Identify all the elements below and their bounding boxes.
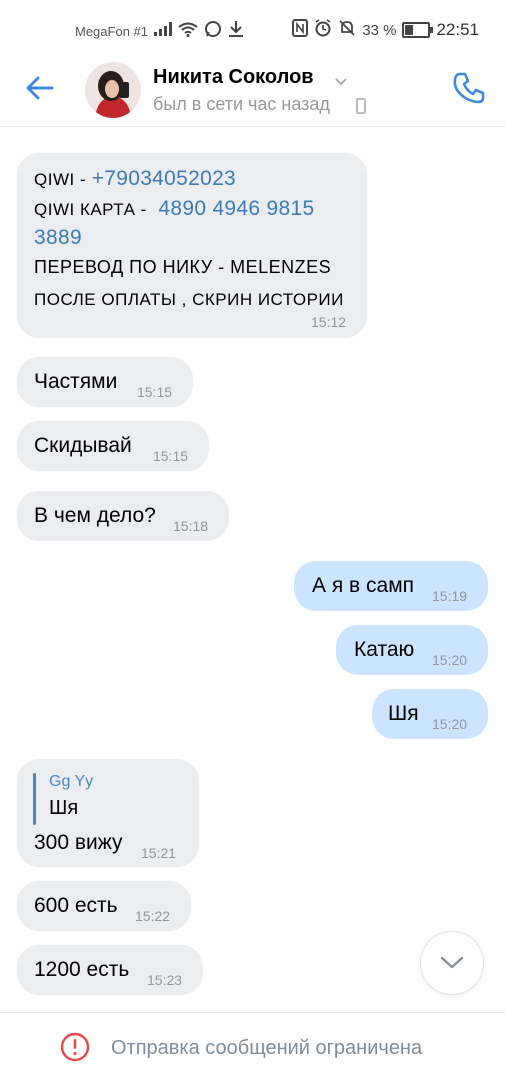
message-text: 300 вижу <box>34 831 123 854</box>
chevron-down-icon[interactable] <box>334 74 348 86</box>
message-text: Шя <box>388 702 419 725</box>
message-text: ПОСЛЕ ОПЛАТЫ , СКРИН ИСТОРИИ <box>34 290 344 309</box>
qiwi-label: QIWI - <box>34 170 87 189</box>
message-line: ПЕРЕВОД ПО НИКУ - MELENZES <box>34 257 331 279</box>
scroll-to-bottom-button[interactable] <box>420 931 484 995</box>
message-bubble-incoming[interactable]: QIWI - +79034052023 QIWI КАРТА - 4890 49… <box>17 153 367 338</box>
message-time: 15:21 <box>141 845 177 861</box>
message-text: В чем дело? <box>34 504 156 527</box>
message-line: QIWI КАРТА - 4890 4946 9815 <box>34 197 314 221</box>
download-icon <box>228 20 244 42</box>
sticker-fragment <box>240 127 390 135</box>
status-bar-right: 33 % 22:51 <box>292 19 479 41</box>
composer-restricted-bar: Отправка сообщений ограничена <box>0 1012 505 1081</box>
battery-percent: 33 % <box>362 21 397 39</box>
message-bubble-incoming[interactable]: 600 есть 15:22 <box>17 881 191 931</box>
reply-author: Gg Yy <box>49 773 94 790</box>
status-bar-left: MegaFon #1 <box>75 20 244 42</box>
card-number-link[interactable]: 3889 <box>34 226 82 249</box>
signal-icon <box>154 22 172 40</box>
message-text: 1200 есть <box>34 958 130 981</box>
message-time: 15:15 <box>137 384 173 400</box>
message-time: 15:20 <box>432 716 468 732</box>
message-time: 15:22 <box>135 908 171 924</box>
wifi-icon <box>178 22 198 41</box>
message-bubble-incoming[interactable]: Скидывай 15:15 <box>17 421 209 471</box>
status-bar: MegaFon #1 33 % 22:51 <box>0 0 505 56</box>
message-line: QIWI - +79034052023 <box>34 167 236 191</box>
warning-icon <box>60 1032 90 1062</box>
reply-quote-bar <box>33 773 36 825</box>
message-bubble-outgoing[interactable]: Катаю 15:20 <box>336 625 488 675</box>
message-time: 15:23 <box>147 972 183 988</box>
alarm-icon <box>314 19 332 41</box>
message-bubble-outgoing[interactable]: Шя 15:20 <box>372 689 488 739</box>
message-bubble-incoming[interactable]: В чем дело? 15:18 <box>17 491 229 541</box>
message-list[interactable]: QIWI - +79034052023 QIWI КАРТА - 4890 49… <box>0 127 505 1012</box>
card-label: QIWI КАРТА - <box>34 200 147 219</box>
back-arrow-icon[interactable] <box>22 70 58 106</box>
battery-icon <box>402 22 434 38</box>
message-text: Катаю <box>354 638 415 661</box>
message-time: 15:20 <box>432 652 468 668</box>
message-time: 15:19 <box>432 588 468 604</box>
chevron-down-icon <box>440 956 464 969</box>
nfc-icon <box>292 19 309 41</box>
avatar[interactable] <box>85 62 141 118</box>
message-line: 3889 <box>34 226 82 250</box>
message-bubble-incoming[interactable]: 1200 есть 15:23 <box>17 945 203 995</box>
whatsapp-icon <box>204 20 222 42</box>
message-time: 15:12 <box>311 314 347 330</box>
phone-call-icon[interactable] <box>451 70 487 106</box>
message-text: ПЕРЕВОД ПО НИКУ - MELENZES <box>34 257 332 277</box>
message-text: Частями <box>34 370 118 393</box>
message-time: 15:15 <box>153 448 189 464</box>
reply-text: Шя <box>49 797 79 819</box>
message-bubble-outgoing[interactable]: А я в самп 15:19 <box>294 561 488 611</box>
message-text: Скидывай <box>34 434 132 457</box>
message-text: А я в самп <box>312 574 415 597</box>
contact-name[interactable]: Никита Соколов <box>153 66 314 89</box>
carrier-label: MegaFon #1 <box>75 23 148 39</box>
message-bubble-incoming[interactable]: Gg Yy Шя 300 вижу 15:21 <box>17 759 199 867</box>
mobile-device-icon <box>356 98 366 114</box>
message-line: ПОСЛЕ ОПЛАТЫ , СКРИН ИСТОРИИ <box>34 289 344 311</box>
clock: 22:51 <box>436 20 479 39</box>
restriction-message: Отправка сообщений ограничена <box>111 1037 423 1059</box>
contact-status: был в сети час назад <box>153 94 330 114</box>
card-number-link[interactable]: 4890 4946 9815 <box>158 197 314 220</box>
phone-link[interactable]: +79034052023 <box>92 167 236 190</box>
message-time: 15:18 <box>173 518 209 534</box>
chat-header: Никита Соколов был в сети час назад <box>0 56 505 127</box>
mute-bell-icon <box>338 19 356 41</box>
message-bubble-incoming[interactable]: Частями 15:15 <box>17 357 193 407</box>
message-text: 600 есть <box>34 894 118 917</box>
